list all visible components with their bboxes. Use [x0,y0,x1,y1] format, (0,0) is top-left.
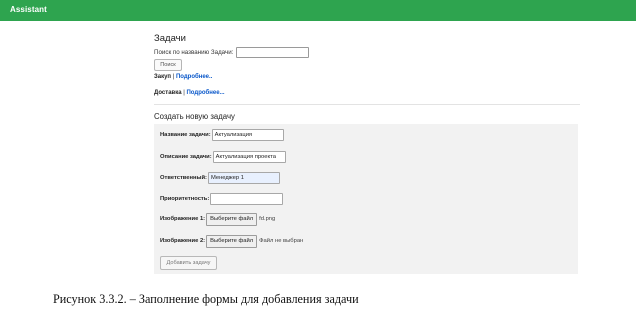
figure-caption: Рисунок 3.3.2. – Заполнение формы для до… [53,292,359,306]
image2-file-status: Файл не выбран [259,238,304,244]
top-navbar: Assistant [0,0,636,21]
name-label: Название задачи: [160,132,211,138]
task-details-link[interactable]: Подробнее.. [176,74,212,80]
image1-label: Изображение 1: [160,216,206,222]
task-name-input[interactable]: Актуализация [211,129,284,141]
page-title: Задачи [154,33,186,44]
brand-link[interactable]: Assistant [10,5,47,14]
responsible-input[interactable]: Менеджер 1 [207,172,280,184]
task-description-input[interactable]: Актуализация проекта [212,151,286,163]
section-divider [154,104,580,105]
priority-row: Приоритетность: [160,193,284,205]
search-button[interactable]: Поиск [154,59,182,71]
task-item: Закуп | Подробнее.. [154,74,212,80]
search-row: Поиск по названию Задачи: [154,47,310,58]
search-input[interactable] [236,47,310,58]
search-label: Поиск по названию Задачи: [154,49,234,56]
image1-row: Изображение 1: Выберите файл fd.png [160,212,276,226]
name-row: Название задачи: Актуализация [160,129,284,141]
image2-row: Изображение 2: Выберите файл Файл не выб… [160,234,304,248]
image2-label: Изображение 2: [160,238,206,244]
task-item: Доставка | Подробнее... [154,90,225,96]
task-name: Закуп [154,74,172,80]
priority-label: Приоритетность: [160,196,210,202]
task-name: Доставка [154,90,182,96]
add-task-button[interactable]: Добавить задачу [160,256,217,270]
image1-file-status: fd.png [259,216,276,222]
description-row: Описание задачи: Актуализация проекта [160,151,286,163]
description-label: Описание задачи: [160,154,212,160]
image2-file-button[interactable]: Выберите файл [206,234,258,248]
responsible-row: Ответственный: Менеджер 1 [160,172,280,184]
image1-file-button[interactable]: Выберите файл [206,212,258,226]
priority-input[interactable] [210,193,284,205]
responsible-label: Ответственный: [160,175,207,181]
create-task-title: Создать новую задачу [154,112,235,121]
task-details-link[interactable]: Подробнее... [186,90,224,96]
